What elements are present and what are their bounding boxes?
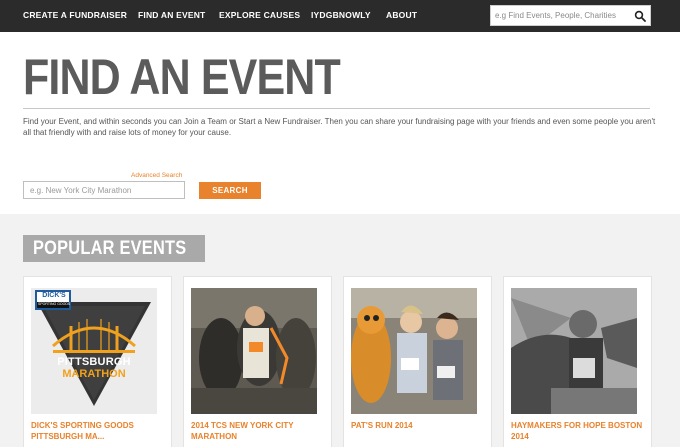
- nav-iydgbnowly[interactable]: IYDGBNOWLY: [311, 10, 371, 20]
- search-icon[interactable]: [634, 10, 646, 22]
- event-card-title[interactable]: HAYMAKERS FOR HOPE BOSTON 2014: [511, 420, 647, 442]
- event-card-title[interactable]: DICK'S SPORTING GOODS PITTSBURGH MA...: [31, 420, 167, 442]
- nav-create-fundraiser[interactable]: CREATE A FUNDRAISER: [23, 10, 127, 20]
- event-search-input[interactable]: [23, 181, 185, 199]
- popular-events-heading-text: POPULAR EVENTS: [33, 238, 187, 259]
- haymakers-photo-graphic: [511, 288, 637, 414]
- haymakers-photo: [511, 288, 637, 414]
- nyc-marathon-photo-graphic: [191, 288, 317, 414]
- nav-find-event[interactable]: FIND AN EVENT: [138, 10, 205, 20]
- event-card-pittsburgh[interactable]: DICK'S SPORTING GOODS PITTSBURGH MARATHO…: [23, 276, 172, 447]
- pats-run-photo-graphic: [351, 288, 477, 414]
- event-card-pats-run[interactable]: PAT'S RUN 2014: [343, 276, 492, 447]
- pittsburgh-logo-text: PITTSBURGH: [57, 356, 131, 368]
- marathon-logo-graphic: [35, 290, 151, 406]
- advanced-search-link[interactable]: Advanced Search: [131, 172, 182, 179]
- event-card-nyc-marathon[interactable]: 2014 TCS NEW YORK CITY MARATHON: [183, 276, 332, 447]
- global-search: [490, 5, 651, 26]
- nav-about[interactable]: ABOUT: [386, 10, 417, 20]
- global-search-input[interactable]: [495, 8, 625, 23]
- pittsburgh-marathon-logo: DICK'S SPORTING GOODS PITTSBURGH MARATHO…: [31, 288, 157, 414]
- dicks-logo-subtext: SPORTING GOODS: [38, 302, 71, 306]
- intro-text: Find your Event, and within seconds you …: [23, 117, 656, 137]
- marathon-logo-text: MARATHON: [62, 368, 126, 380]
- event-card-title[interactable]: PAT'S RUN 2014: [351, 420, 487, 431]
- top-nav: CREATE A FUNDRAISER FIND AN EVENT EXPLOR…: [0, 0, 680, 32]
- nyc-marathon-photo: [191, 288, 317, 414]
- page-title: FIND AN EVENT: [23, 49, 341, 105]
- popular-events-heading: POPULAR EVENTS: [23, 235, 205, 262]
- event-card-title[interactable]: 2014 TCS NEW YORK CITY MARATHON: [191, 420, 327, 442]
- pats-run-photo: [351, 288, 477, 414]
- title-divider: [23, 108, 650, 109]
- event-card-haymakers[interactable]: HAYMAKERS FOR HOPE BOSTON 2014: [503, 276, 652, 447]
- dicks-logo-text: DICK'S: [42, 292, 66, 299]
- nav-explore-causes[interactable]: EXPLORE CAUSES: [219, 10, 300, 20]
- search-button[interactable]: SEARCH: [199, 182, 261, 199]
